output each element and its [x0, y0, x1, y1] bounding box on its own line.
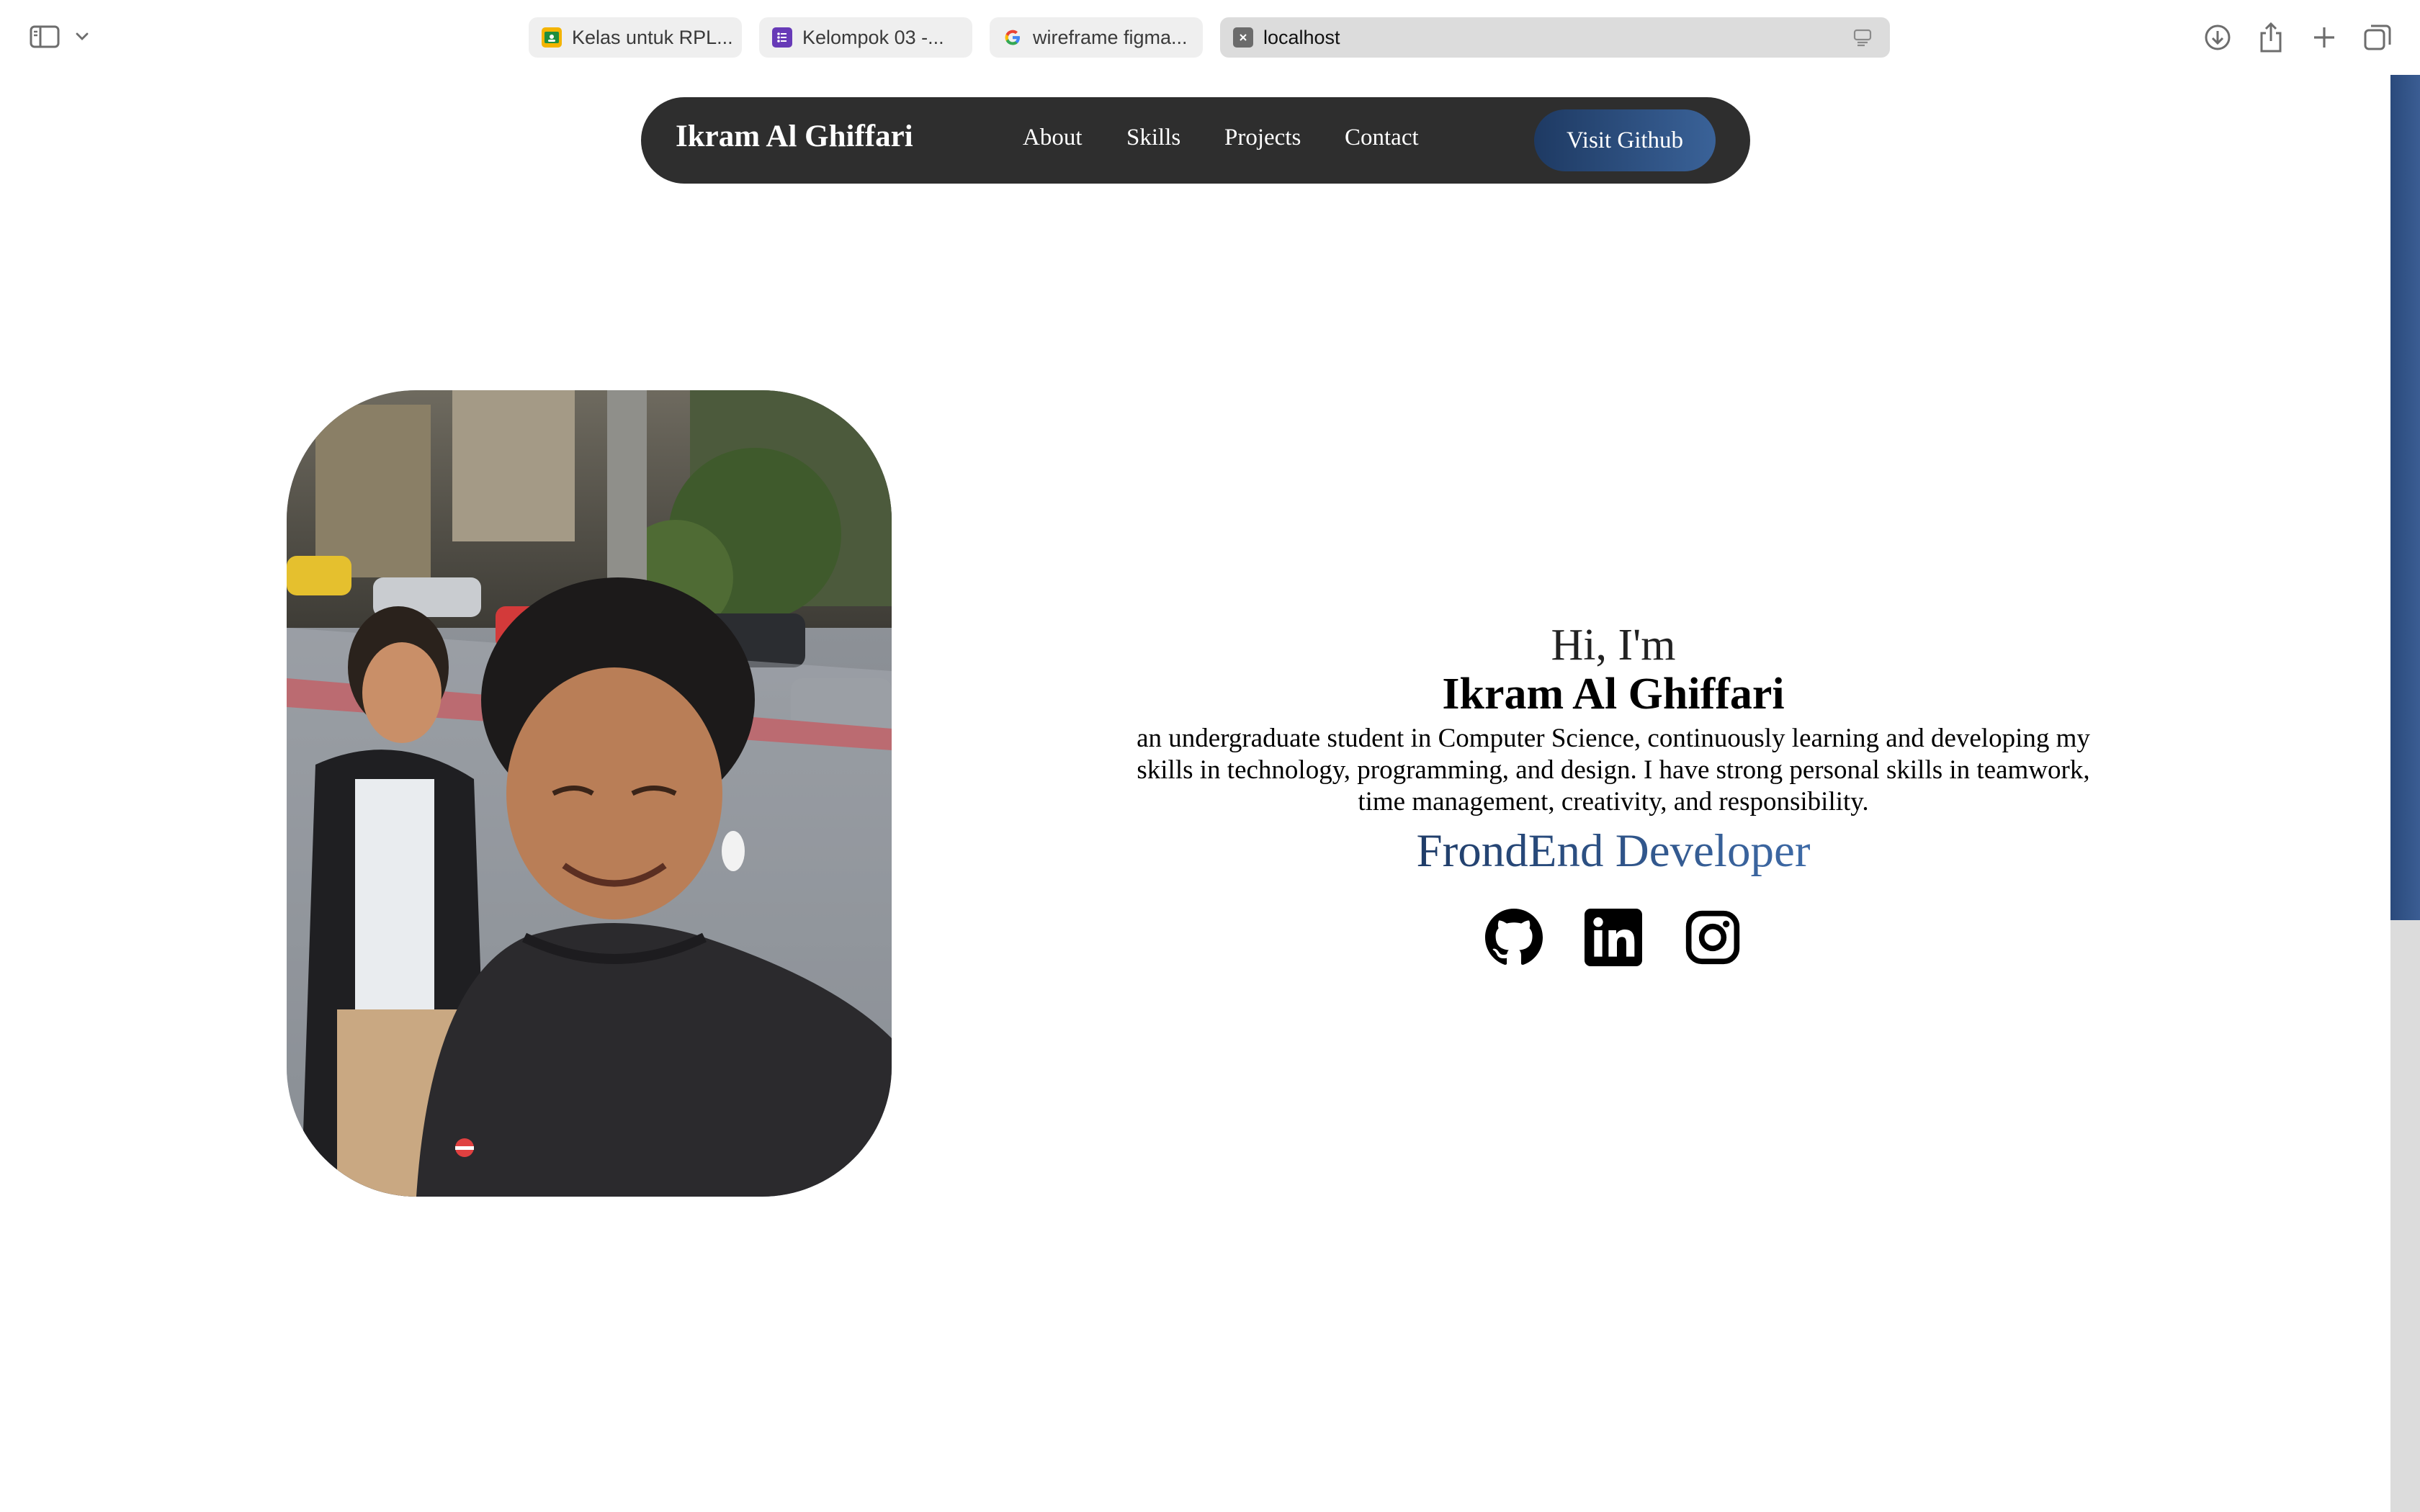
github-icon[interactable]: [1485, 909, 1543, 966]
profile-photo: [287, 390, 892, 1197]
brand-name[interactable]: Ikram Al Ghiffari: [676, 119, 913, 154]
linkedin-icon[interactable]: [1585, 909, 1642, 966]
instagram-icon[interactable]: [1684, 909, 1742, 966]
tab-localhost[interactable]: localhost: [1220, 17, 1890, 58]
classroom-icon: [542, 27, 562, 48]
visit-github-button[interactable]: Visit Github: [1534, 109, 1716, 171]
hero-section: Hi, I'm Ikram Al Ghiffari an undergradua…: [1124, 619, 2103, 966]
nav-link-skills[interactable]: Skills: [1126, 125, 1180, 151]
address-text[interactable]: localhost: [1263, 27, 1340, 49]
hero-name: Ikram Al Ghiffari: [1442, 670, 1785, 719]
tab-forms[interactable]: Kelompok 03 -...: [759, 17, 972, 58]
reader-icon[interactable]: [1852, 27, 1873, 48]
role-title: FrondEnd Developer: [1417, 822, 1811, 880]
download-icon[interactable]: [2198, 19, 2237, 56]
share-icon[interactable]: [2251, 19, 2290, 56]
tab-classroom[interactable]: Kelas untuk RPL...: [529, 17, 742, 58]
forms-icon: [772, 27, 792, 48]
tab-label: wireframe figma...: [1033, 26, 1188, 48]
scrollbar-thumb[interactable]: [2390, 75, 2420, 920]
google-icon: [1003, 27, 1023, 48]
tab-google[interactable]: wireframe figma...: [990, 17, 1203, 58]
chevron-down-icon[interactable]: [71, 23, 94, 50]
nav-link-about[interactable]: About: [1023, 125, 1083, 151]
tabs-overview-icon[interactable]: [2358, 19, 2397, 56]
greeting-text: Hi, I'm: [1551, 621, 1676, 670]
plus-icon[interactable]: [2305, 19, 2344, 56]
nav-link-contact[interactable]: Contact: [1345, 125, 1419, 151]
browser-toolbar: Kelas untuk RPL... Kelompok 03 -... wire…: [0, 0, 2420, 75]
tab-label: Kelas untuk RPL...: [572, 26, 733, 48]
nav-link-projects[interactable]: Projects: [1224, 125, 1301, 151]
close-tab-icon[interactable]: [1233, 27, 1253, 48]
page-scrollbar[interactable]: [2390, 75, 2420, 1512]
bio-text: an undergraduate student in Computer Sci…: [1137, 724, 2090, 816]
sidebar-icon[interactable]: [26, 20, 63, 53]
social-links: [1124, 909, 2103, 966]
navbar: Ikram Al Ghiffari About Skills Projects …: [641, 97, 1750, 184]
tab-label: Kelompok 03 -...: [802, 26, 944, 48]
